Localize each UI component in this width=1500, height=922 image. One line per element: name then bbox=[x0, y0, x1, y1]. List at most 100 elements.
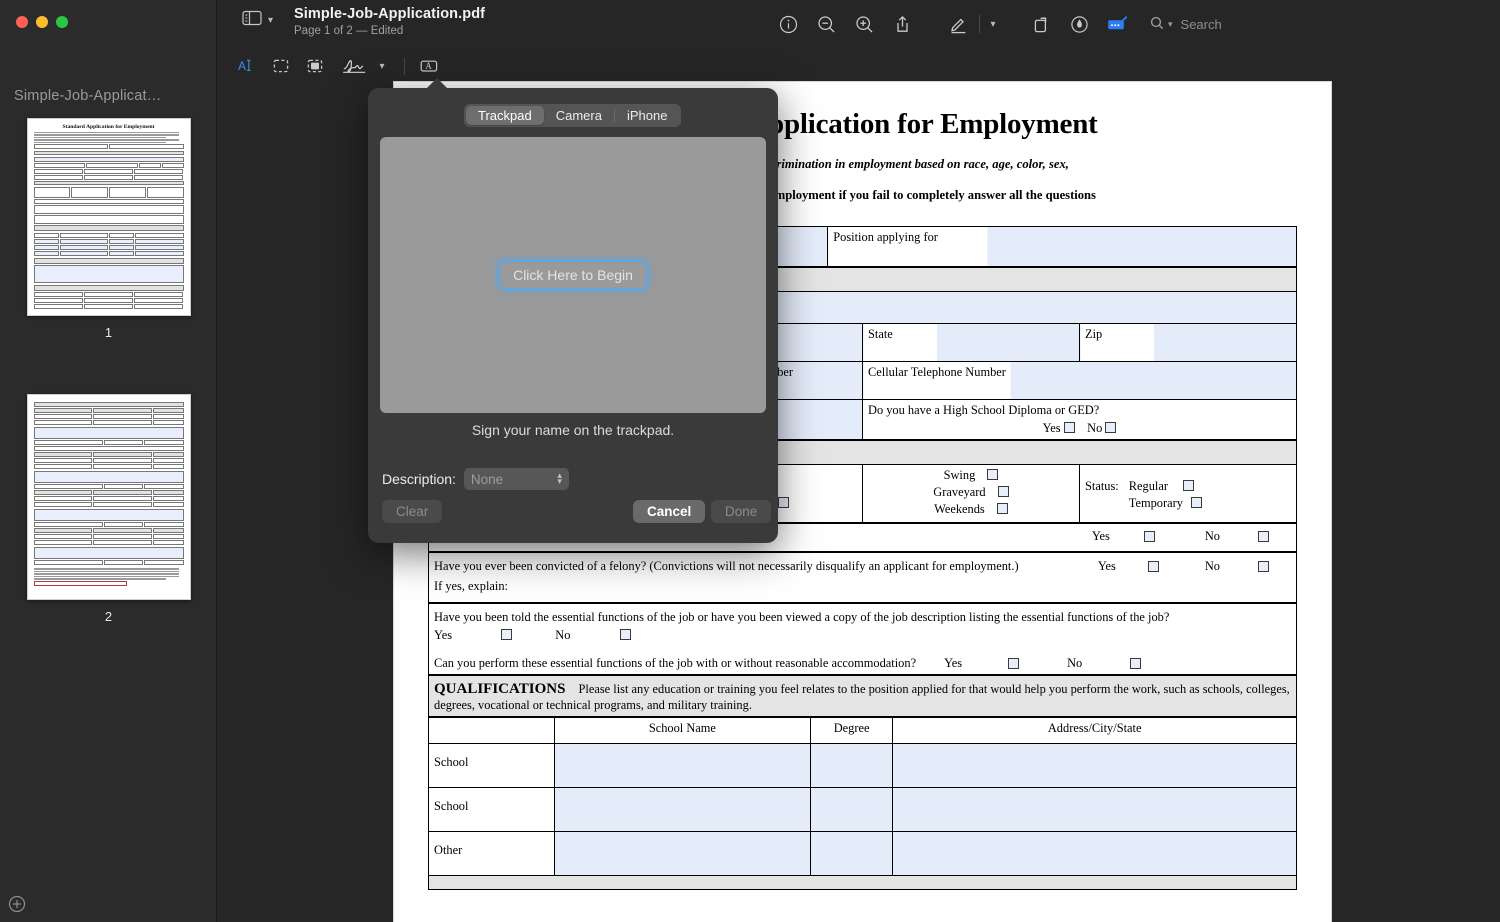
toolbar-right-group: ▾ bbox=[769, 0, 1500, 48]
info-icon[interactable] bbox=[769, 9, 807, 39]
education-row-2-school-name[interactable] bbox=[554, 787, 810, 831]
weekends-checkbox[interactable] bbox=[997, 503, 1008, 514]
svg-text:A: A bbox=[238, 59, 246, 73]
diploma-no-checkbox[interactable] bbox=[1105, 422, 1116, 433]
question-3-4-cell: Have you been told the essential functio… bbox=[429, 603, 1297, 674]
education-row-1-address[interactable] bbox=[893, 743, 1297, 787]
thumbnail-page-number: 2 bbox=[0, 609, 217, 624]
minimize-button[interactable] bbox=[36, 16, 48, 28]
question-1-yes-label: Yes bbox=[1092, 529, 1110, 544]
status-temporary-checkbox[interactable] bbox=[1191, 497, 1202, 508]
education-row-3-degree[interactable] bbox=[810, 831, 892, 875]
education-row-3-school-name[interactable] bbox=[554, 831, 810, 875]
education-row-2-degree[interactable] bbox=[810, 787, 892, 831]
sidebar-icon bbox=[242, 10, 262, 31]
state-cell[interactable]: State bbox=[863, 323, 1080, 361]
question-3-no-checkbox[interactable] bbox=[620, 629, 631, 640]
plus-circle-icon[interactable] bbox=[7, 894, 27, 914]
cellular-telephone-cell[interactable]: Cellular Telephone Number bbox=[863, 361, 1297, 399]
annotate-icon[interactable] bbox=[1060, 9, 1098, 39]
click-here-to-begin-button[interactable]: Click Here to Begin bbox=[498, 260, 648, 290]
cancel-button[interactable]: Cancel bbox=[633, 500, 705, 523]
education-header-blank bbox=[429, 717, 555, 743]
thumbnail-item-2[interactable]: 2 bbox=[0, 394, 217, 624]
rectangular-selection-tool[interactable] bbox=[266, 52, 296, 80]
status-label: Status: bbox=[1085, 479, 1119, 511]
education-header-address: Address/City/State bbox=[893, 717, 1297, 743]
question-4-no-label: No bbox=[1067, 656, 1082, 671]
diploma-yes-checkbox[interactable] bbox=[1064, 422, 1075, 433]
description-select-value: None bbox=[471, 472, 503, 487]
status-col: Status: Regular Temporary bbox=[1080, 464, 1297, 522]
text-selection-tool[interactable]: A bbox=[231, 52, 261, 80]
tab-camera[interactable]: Camera bbox=[544, 106, 614, 125]
education-header-school-name: School Name bbox=[554, 717, 810, 743]
question-3-yes-checkbox[interactable] bbox=[501, 629, 512, 640]
question-2-cell: Have you ever been convicted of a felony… bbox=[429, 552, 1297, 602]
evenings-checkbox[interactable] bbox=[778, 497, 789, 508]
education-row-1-label: School bbox=[429, 743, 555, 787]
search-input[interactable]: ▾ Search bbox=[1142, 10, 1490, 38]
table-header-row: School Name Degree Address/City/State bbox=[429, 717, 1297, 743]
signature-drawing-canvas[interactable]: Click Here to Begin bbox=[380, 137, 766, 413]
table-row: School bbox=[429, 743, 1297, 787]
education-row-3-address[interactable] bbox=[893, 831, 1297, 875]
search-icon bbox=[1150, 16, 1164, 33]
cellular-telephone-label: Cellular Telephone Number bbox=[868, 365, 1006, 379]
swing-checkbox[interactable] bbox=[987, 469, 998, 480]
thumbnail-item-1[interactable]: Standard Application for Employment bbox=[0, 118, 217, 340]
question-2-yes-checkbox[interactable] bbox=[1148, 561, 1159, 572]
thumbnail-page-2[interactable] bbox=[27, 394, 191, 600]
markup-toolbar: A bbox=[218, 48, 1500, 86]
table-row: Other bbox=[429, 831, 1297, 875]
question-4-yes-label: Yes bbox=[944, 656, 962, 671]
zoom-button[interactable] bbox=[56, 16, 68, 28]
education-row-3-label: Other bbox=[429, 831, 555, 875]
tab-trackpad[interactable]: Trackpad bbox=[466, 106, 544, 125]
zoom-out-icon[interactable] bbox=[807, 9, 845, 39]
question-2-no-checkbox[interactable] bbox=[1258, 561, 1269, 572]
done-button[interactable]: Done bbox=[711, 500, 771, 523]
highlight-icon[interactable] bbox=[1098, 9, 1136, 39]
popover-arrow bbox=[426, 78, 448, 89]
markup-chevron-down-icon[interactable]: ▾ bbox=[982, 9, 1004, 39]
question-1-no-label: No bbox=[1205, 529, 1220, 544]
text-annotation-tool[interactable]: A bbox=[414, 52, 444, 80]
clear-button[interactable]: Clear bbox=[382, 500, 442, 523]
close-button[interactable] bbox=[16, 16, 28, 28]
question-1-yes-checkbox[interactable] bbox=[1144, 531, 1155, 542]
rotate-icon[interactable] bbox=[1022, 9, 1060, 39]
signature-chevron-down-icon[interactable]: ▾ bbox=[373, 52, 391, 80]
description-select[interactable]: None ▴▾ bbox=[464, 468, 569, 490]
search-chevron-down-icon[interactable]: ▾ bbox=[1168, 19, 1173, 30]
education-row-2-address[interactable] bbox=[893, 787, 1297, 831]
markup-toolbar-divider bbox=[404, 58, 405, 75]
education-row-1-school-name[interactable] bbox=[554, 743, 810, 787]
description-label: Description: bbox=[382, 471, 456, 487]
question-4-text: Can you perform these essential function… bbox=[434, 656, 916, 671]
page-title: Simple-Job-Application.pdf bbox=[294, 6, 485, 22]
status-regular-checkbox[interactable] bbox=[1183, 480, 1194, 491]
chevron-down-icon[interactable]: ▾ bbox=[268, 15, 273, 26]
thumbnail-page-1[interactable]: Standard Application for Employment bbox=[27, 118, 191, 316]
zoom-in-icon[interactable] bbox=[845, 9, 883, 39]
markup-pen-icon[interactable] bbox=[939, 9, 977, 39]
question-4-no-checkbox[interactable] bbox=[1130, 658, 1141, 669]
share-icon[interactable] bbox=[883, 9, 921, 39]
tab-iphone[interactable]: iPhone bbox=[615, 106, 679, 125]
thumb1-title: Standard Application for Employment bbox=[34, 124, 184, 130]
question-4-yes-checkbox[interactable] bbox=[1008, 658, 1019, 669]
qualifications-band: QUALIFICATIONS Please list any education… bbox=[429, 675, 1297, 716]
status-regular-label: Regular bbox=[1129, 479, 1168, 493]
description-row: Description: None ▴▾ bbox=[382, 468, 569, 490]
question-1-no-checkbox[interactable] bbox=[1258, 531, 1269, 542]
question-3-no-label: No bbox=[555, 628, 570, 642]
zip-cell[interactable]: Zip bbox=[1080, 323, 1297, 361]
graveyard-checkbox[interactable] bbox=[998, 486, 1009, 497]
sidebar-toggle-button[interactable]: ▾ bbox=[242, 10, 273, 31]
instant-alpha-tool[interactable] bbox=[300, 52, 330, 80]
signature-tool[interactable] bbox=[340, 52, 374, 80]
question-2-yes-label: Yes bbox=[1098, 559, 1116, 574]
position-applying-for-cell[interactable]: Position applying for bbox=[828, 226, 1297, 266]
education-row-1-degree[interactable] bbox=[810, 743, 892, 787]
